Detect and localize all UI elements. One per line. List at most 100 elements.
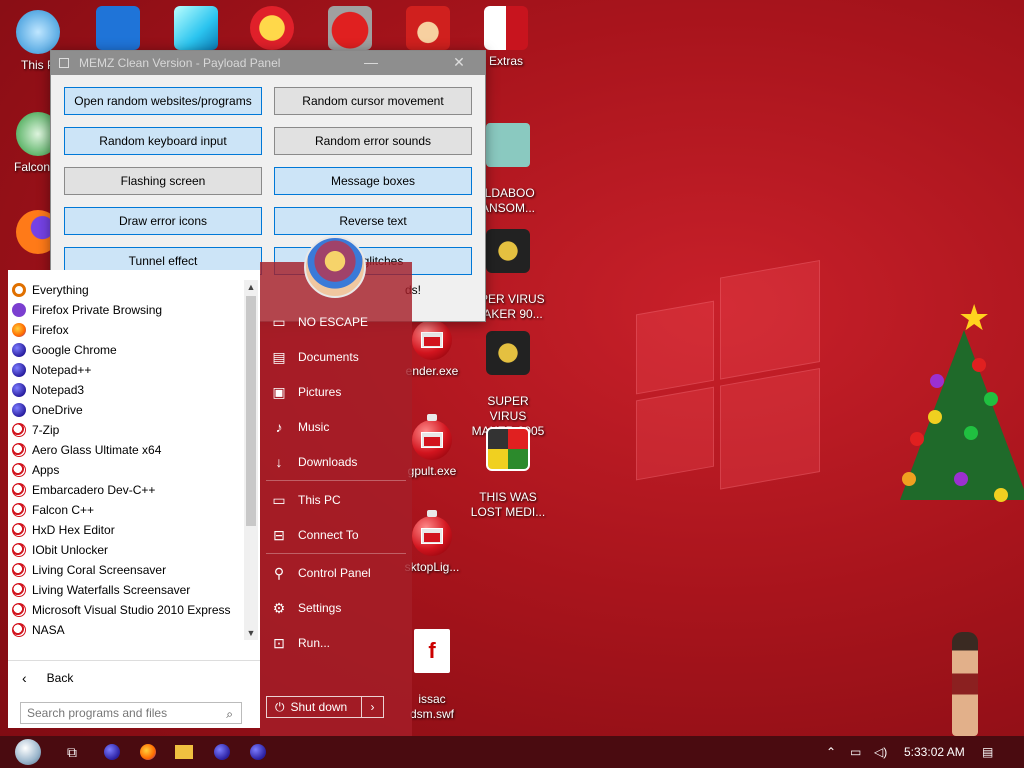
taskbar-file-explorer[interactable] [166, 736, 202, 768]
desktop-character-gadget [952, 632, 978, 736]
chrome-icon [12, 343, 26, 357]
minimize-button[interactable]: — [349, 53, 393, 73]
app-icon [104, 744, 120, 760]
back-button[interactable]: ‹ Back [8, 660, 260, 694]
program-folder-living-coral[interactable]: Living Coral Screensaver [8, 560, 242, 580]
folder-icon [12, 463, 26, 477]
task-view-icon[interactable]: ⧉ [54, 736, 90, 768]
computer-icon: ▭ [272, 491, 286, 508]
program-item-notepadpp[interactable]: Notepad++ [8, 360, 242, 380]
ornament-ball [964, 426, 978, 440]
taskbar-firefox[interactable] [130, 736, 166, 768]
place-documents[interactable]: ▤ Documents [270, 345, 358, 369]
shutdown-options-arrow[interactable]: › [361, 697, 383, 717]
desktop-icon-santa[interactable] [390, 6, 466, 54]
shutdown-button[interactable]: ⏻ Shut down › [266, 696, 384, 718]
place-settings[interactable]: ⚙ Settings [270, 596, 342, 620]
run-icon: ⊡ [273, 634, 285, 651]
payload-button[interactable]: Reverse text [274, 207, 472, 235]
tray-chevron-up-icon[interactable]: ⌃ [826, 736, 836, 768]
memz-title: MEMZ Clean Version - Payload Panel [79, 56, 281, 70]
places-separator [266, 480, 406, 481]
desktop-icon-p[interactable] [234, 6, 310, 54]
taskbar-app-3[interactable] [240, 736, 276, 768]
volume-icon[interactable]: ◁) [874, 736, 887, 768]
start-menu[interactable]: Everything Firefox Private Browsing Fire… [0, 262, 412, 736]
star-icon: ★ [958, 297, 991, 338]
desktop-icon-gem[interactable] [158, 6, 234, 54]
place-connect-to[interactable]: ⊟ Connect To [270, 523, 358, 547]
desktop-icon-lost-media[interactable]: THIS WAS LOST MEDI... [470, 412, 546, 535]
program-folder-iobit[interactable]: IObit Unlocker [8, 540, 242, 560]
program-item-notepad3[interactable]: Notepad3 [8, 380, 242, 400]
lost-media-icon [486, 427, 530, 471]
memz-titlebar[interactable]: MEMZ Clean Version - Payload Panel — ✕ [51, 51, 485, 75]
folder-icon [12, 423, 26, 437]
ornament-ball [928, 410, 942, 424]
start-button[interactable] [10, 736, 46, 768]
chevron-left-icon: ‹ [22, 669, 27, 686]
payload-button[interactable]: Random cursor movement [274, 87, 472, 115]
action-center-icon[interactable]: ▤ [982, 736, 993, 768]
settings-icon: ⚙ [272, 599, 286, 616]
taskbar-app-2[interactable] [204, 736, 240, 768]
place-downloads[interactable]: ↓ Downloads [270, 450, 358, 474]
search-input[interactable]: Search programs and files ⌕ [20, 702, 242, 724]
place-this-pc[interactable]: ▭ This PC [270, 488, 340, 512]
folder-icon [12, 443, 26, 457]
scroll-up-arrow-icon[interactable]: ▲ [244, 280, 258, 294]
program-folder-apps[interactable]: Apps [8, 460, 242, 480]
ornament-exe-icon [412, 314, 452, 360]
search-app-icon [12, 283, 26, 297]
program-item-onedrive[interactable]: OneDrive [8, 400, 242, 420]
place-pictures[interactable]: ▣ Pictures [270, 380, 341, 404]
search-icon[interactable]: ⌕ [226, 707, 233, 722]
programs-scroll-thumb[interactable] [246, 296, 256, 526]
program-folder-nasa[interactable]: NASA [8, 620, 242, 640]
program-folder-living-waterfalls[interactable]: Living Waterfalls Screensaver [8, 580, 242, 600]
ornament-ball [954, 472, 968, 486]
payload-button[interactable]: Open random websites/programs [64, 87, 262, 115]
places-separator [266, 553, 406, 554]
gear-icon [96, 6, 140, 50]
payload-button[interactable]: Message boxes [274, 167, 472, 195]
program-item-firefox[interactable]: Firefox [8, 320, 242, 340]
downloads-icon: ↓ [275, 454, 283, 470]
program-folder-vs2010[interactable]: Microsoft Visual Studio 2010 Express [8, 600, 242, 620]
place-control-panel[interactable]: ⚲ Control Panel [270, 561, 371, 585]
place-music[interactable]: ♪ Music [270, 415, 330, 439]
programs-list: Everything Firefox Private Browsing Fire… [8, 280, 242, 640]
taskbar: ⧉ ⌃ ▭ ◁) 5:33:02 AM ▤ [0, 736, 1024, 768]
place-run[interactable]: ⊡ Run... [270, 631, 330, 655]
payload-button[interactable]: Flashing screen [64, 167, 262, 195]
firefox-private-icon [12, 303, 26, 317]
folder-icon [12, 483, 26, 497]
desktop-icon-settings[interactable] [80, 6, 156, 54]
start-menu-places-pane: ▭ NO ESCAPE ▤ Documents ▣ Pictures ♪ Music ↓… [260, 262, 412, 736]
taskbar-app-1[interactable] [94, 736, 130, 768]
program-item-firefox-private[interactable]: Firefox Private Browsing [8, 300, 242, 320]
close-button[interactable]: ✕ [437, 53, 481, 73]
scroll-down-arrow-icon[interactable]: ▼ [244, 626, 258, 640]
program-folder-falcon[interactable]: Falcon C++ [8, 500, 242, 520]
program-folder-7zip[interactable]: 7-Zip [8, 420, 242, 440]
clock[interactable]: 5:33:02 AM [904, 736, 965, 768]
program-folder-hxd[interactable]: HxD Hex Editor [8, 520, 242, 540]
payload-button[interactable]: Random keyboard input [64, 127, 262, 155]
desktop-icon-angry-birds[interactable] [312, 6, 388, 54]
program-item-everything[interactable]: Everything [8, 280, 242, 300]
payload-button[interactable]: Draw error icons [64, 207, 262, 235]
program-folder-aero-glass[interactable]: Aero Glass Ultimate x64 [8, 440, 242, 460]
program-folder-devcpp[interactable]: Embarcadero Dev-C++ [8, 480, 242, 500]
camera-icon [486, 229, 530, 273]
place-no-escape[interactable]: ▭ NO ESCAPE [270, 310, 368, 334]
user-avatar[interactable] [304, 236, 366, 298]
program-item-chrome[interactable]: Google Chrome [8, 340, 242, 360]
network-icon[interactable]: ▭ [850, 736, 861, 768]
notepadpp-icon [12, 363, 26, 377]
folder-icon [175, 745, 193, 759]
diamond-icon [174, 6, 218, 50]
firefox-icon [12, 323, 26, 337]
maximize-button[interactable] [395, 53, 439, 73]
payload-button[interactable]: Random error sounds [274, 127, 472, 155]
